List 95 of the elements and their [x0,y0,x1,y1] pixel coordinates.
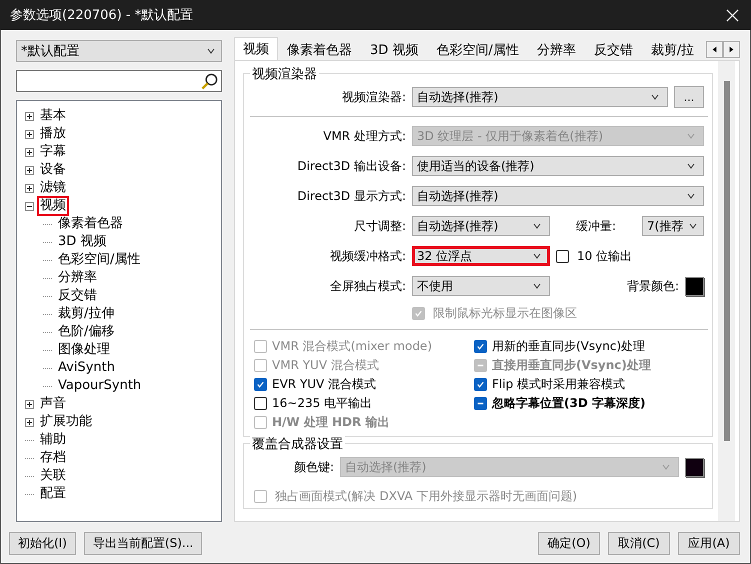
tree-item[interactable]: 播放 [37,124,69,144]
expand-icon[interactable] [25,130,34,138]
tab[interactable]: 分辨率 [528,38,585,60]
expand-icon[interactable] [25,418,34,426]
dialog-button[interactable]: 初始化(I) [9,532,76,555]
expand-icon[interactable] [25,112,34,120]
tree-item[interactable]: 关联 [37,466,69,486]
dropdown[interactable]: 自动选择(推荐) [412,216,550,236]
caret-icon [207,48,215,54]
field-label: 视频渲染器: [340,88,406,106]
tree-item[interactable]: 色阶/偏移 [55,322,118,342]
checkbox-label: EVR YUV 混合模式 [272,376,376,392]
dropdown[interactable]: 不使用 [412,276,550,296]
color-swatch[interactable] [685,276,704,296]
checkbox-label: 10 位输出 [577,248,632,264]
tab[interactable]: 视频 [234,37,278,60]
caret-icon [533,223,541,229]
collapse-icon[interactable] [25,202,34,210]
tab[interactable]: 裁剪/拉 [642,38,702,60]
caret-icon [662,464,670,470]
field-label: 尺寸调整: [352,218,406,234]
tree-item[interactable]: 色彩空间/属性 [55,250,144,270]
close-icon[interactable] [726,8,739,22]
caret-icon [688,223,697,229]
field-label: 视频缓冲格式: [328,248,406,264]
more-button[interactable]: ... [674,86,704,108]
window-title: 参数选项(220706) - *默认配置 [10,7,194,24]
dialog-button[interactable]: 应用(A) [678,532,740,555]
tree-item[interactable]: 3D 视频 [55,232,110,252]
caret-icon [687,163,695,169]
dropdown[interactable]: 使用适当的设备(推荐) [412,156,704,176]
checkbox-label: 独占画面模式(解决 DXVA 下用外接显示器时无画面问题) [275,488,578,504]
dialog-button[interactable]: 导出当前配置(S)... [84,532,202,555]
tree-item[interactable]: VapourSynth [55,376,144,396]
caret-icon [687,133,695,139]
expand-icon[interactable] [25,166,34,174]
scroll-left-icon[interactable] [706,41,723,58]
tree-item[interactable]: 辅助 [37,430,69,450]
checkbox-label: 16~235 电平输出 [272,394,372,412]
tab[interactable]: 色彩空间/属性 [427,38,528,60]
checkbox[interactable] [254,396,267,410]
field-label: 背景颜色: [626,278,679,294]
tree-item[interactable]: 视频 [37,196,69,216]
expand-icon[interactable] [25,148,34,156]
tree-item[interactable]: 字幕 [37,142,69,162]
caret-icon [651,94,659,100]
scrollbar[interactable] [718,61,735,521]
checkbox[interactable] [556,250,569,262]
checkbox-label: 忽略字幕位置(3D 字幕深度) [492,394,646,412]
search-field[interactable] [16,70,222,92]
caret-icon [533,283,541,289]
tree-item[interactable]: 分辨率 [55,268,100,288]
field-label: VMR 处理方式: [322,128,406,144]
tree-item[interactable]: 声音 [37,394,69,414]
search-icon [201,72,218,90]
checkbox-label: 限制鼠标光标显示在图像区 [433,304,577,322]
group-title: 覆盖合成器设置 [250,435,345,453]
tree-item[interactable]: 配置 [37,484,69,504]
dropdown[interactable]: 自动选择(推荐) [412,186,704,206]
checkbox-label: VMR YUV 混合模式 [272,356,379,374]
tree-item[interactable]: 反交错 [55,286,100,306]
tree-item[interactable]: 设备 [37,160,69,180]
profile-dropdown[interactable]: *默认配置 [16,40,222,62]
field-label: Direct3D 显示方式: [296,188,406,204]
caret-icon [687,193,695,199]
checkbox-label: 直接用垂直同步(Vsync)处理 [492,356,651,374]
caret-icon [533,253,541,259]
tree-item[interactable]: 滤镜 [37,178,69,198]
tree-item[interactable]: 基本 [37,106,69,126]
field-label: 缓冲量: [576,218,616,234]
dropdown[interactable]: 7(推荐 [642,216,704,236]
checkbox-label: H/W 处理 HDR 输出 [272,414,390,430]
group-title: 视频渲染器 [250,65,319,83]
dropdown[interactable]: 32 位浮点 [412,246,550,266]
field-label: 颜色键: [292,458,334,476]
tree-item[interactable]: 像素着色器 [55,214,126,234]
checkbox-label: Flip 模式时采用兼容模式 [492,376,626,392]
checkbox-label: 用新的垂直同步(Vsync)处理 [492,338,646,354]
tab[interactable]: 像素着色器 [278,38,361,60]
tree-item[interactable]: 裁剪/拉伸 [55,304,118,324]
expand-icon[interactable] [25,184,34,192]
checkbox-label: VMR 混合模式(mixer mode) [272,338,432,354]
dialog-button[interactable]: 取消(C) [608,532,670,555]
tree-item[interactable]: 扩展功能 [37,412,95,432]
tab[interactable]: 反交错 [584,38,642,60]
expand-icon[interactable] [25,400,34,408]
tree-item[interactable]: AviSynth [55,358,118,378]
tree-item[interactable]: 存档 [37,448,69,468]
tab[interactable]: 3D 视频 [361,38,428,60]
tree-item[interactable]: 图像处理 [55,340,113,360]
scroll-right-icon[interactable] [723,41,740,58]
field-label: Direct3D 输出设备: [296,158,406,174]
renderer-dropdown[interactable]: 自动选择(推荐) [412,87,668,107]
dialog-button[interactable]: 确定(O) [538,532,600,555]
field-label: 全屏独占模式: [328,278,406,294]
